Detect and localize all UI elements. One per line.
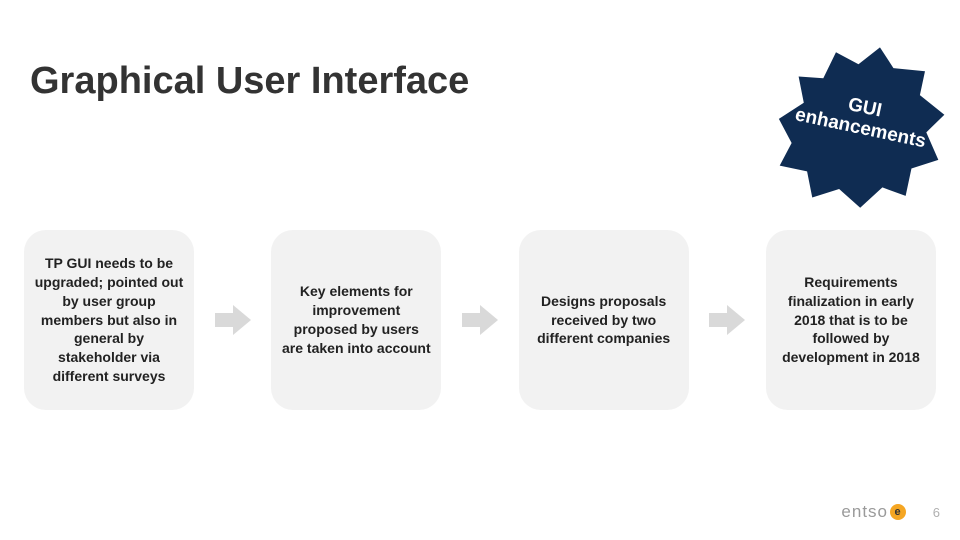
flow-card-2: Key elements for improvement proposed by… [271, 230, 441, 410]
flow-card-4-text: Requirements finalization in early 2018 … [776, 273, 926, 367]
page-number: 6 [933, 505, 940, 520]
footer-brand: entso e [841, 502, 906, 522]
flow-card-4: Requirements finalization in early 2018 … [766, 230, 936, 410]
arrow-right-icon [709, 305, 745, 335]
arrow-right-icon [462, 305, 498, 335]
gui-enhancements-badge: GUI enhancements [775, 42, 950, 217]
slide-title: Graphical User Interface [30, 60, 469, 103]
footer-brand-badge: e [890, 504, 906, 520]
flow-card-2-text: Key elements for improvement proposed by… [281, 282, 431, 358]
arrow-right-icon [215, 305, 251, 335]
flow-card-3-text: Designs proposals received by two differ… [529, 292, 679, 349]
footer-brand-text: entso [841, 502, 888, 522]
flow-card-1: TP GUI needs to be upgraded; pointed out… [24, 230, 194, 410]
process-flow: TP GUI needs to be upgraded; pointed out… [24, 230, 936, 410]
flow-card-3: Designs proposals received by two differ… [519, 230, 689, 410]
flow-card-1-text: TP GUI needs to be upgraded; pointed out… [34, 254, 184, 386]
